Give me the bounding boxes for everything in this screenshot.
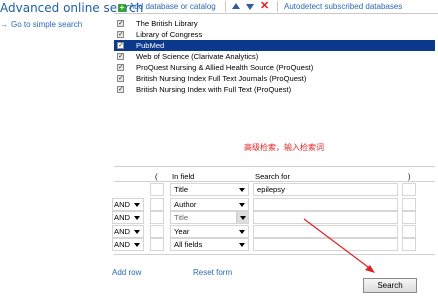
database-item[interactable]: The British Library [114, 18, 435, 29]
remove-icon[interactable]: ✕ [260, 0, 269, 12]
database-checkbox[interactable] [117, 40, 124, 51]
search-term-input[interactable] [253, 225, 398, 238]
move-down-icon[interactable] [246, 4, 254, 10]
database-name: PubMed [136, 41, 165, 50]
search-term-input[interactable] [253, 198, 398, 211]
add-database-label: Add database or catalog [129, 2, 216, 11]
database-name: ProQuest Nursing & Allied Health Source … [136, 63, 314, 72]
move-up-icon[interactable] [232, 3, 240, 9]
field-select-value: All fields [174, 240, 203, 249]
autodetect-databases-link[interactable]: Autodetect subscribed databases [284, 2, 402, 11]
field-select-value: Title [174, 213, 189, 222]
close-paren-field[interactable] [402, 211, 416, 224]
simple-search-link[interactable]: → Go to simple search [0, 20, 82, 29]
database-checkbox[interactable] [117, 84, 124, 95]
close-paren-field[interactable] [402, 238, 416, 251]
search-term-input[interactable] [253, 211, 398, 224]
database-checkbox[interactable] [117, 29, 124, 40]
field-select[interactable]: Title [170, 183, 249, 196]
close-paren-field[interactable] [402, 183, 416, 196]
chevron-down-icon [134, 230, 140, 234]
chevron-down-icon [240, 216, 246, 220]
field-select-value: Year [174, 227, 190, 236]
chevron-down-icon [239, 188, 245, 192]
database-name: The British Library [136, 19, 198, 28]
field-select[interactable]: All fields [170, 238, 249, 251]
open-paren-field[interactable] [150, 238, 164, 251]
boolean-value: AND [114, 213, 131, 222]
database-item[interactable]: British Nursing Index with Full Text (Pr… [114, 84, 435, 95]
boolean-select[interactable]: AND [112, 225, 144, 238]
chevron-down-icon [239, 243, 245, 247]
database-checkbox[interactable] [117, 51, 124, 62]
field-select[interactable]: Author [170, 198, 249, 211]
field-select-value: Author [174, 200, 197, 209]
field-select[interactable]: Title [170, 211, 249, 224]
database-item-selected[interactable]: PubMed [114, 40, 435, 51]
toolbar-divider [277, 1, 278, 12]
simple-search-label: Go to simple search [11, 20, 83, 29]
database-name: British Nursing Index Full Text Journals… [136, 74, 307, 83]
database-item[interactable]: ProQuest Nursing & Allied Health Source … [114, 62, 435, 73]
annotation-text: 高级检索，输入检索词 [244, 143, 324, 152]
boolean-value: AND [114, 240, 131, 249]
divider [114, 166, 435, 167]
database-toolbar: + Add database or catalog ✕ Autodetect su… [114, 0, 438, 14]
annotation-arrow-head [365, 265, 375, 273]
search-for-header: Search for [255, 172, 291, 181]
database-name: Web of Science (Clarivate Analytics) [136, 52, 259, 61]
chevron-down-icon [239, 203, 245, 207]
divider [114, 181, 435, 182]
open-paren-field[interactable] [150, 211, 164, 224]
boolean-select[interactable]: AND [112, 238, 144, 251]
add-database-button[interactable]: + Add database or catalog [118, 2, 216, 12]
boolean-value: AND [114, 227, 131, 236]
arrow-right-icon: → [0, 20, 8, 29]
open-paren-field[interactable] [150, 225, 164, 238]
field-select[interactable]: Year [170, 225, 249, 238]
plus-icon: + [118, 3, 126, 12]
open-paren-field[interactable] [150, 198, 164, 211]
database-checkbox[interactable] [117, 18, 124, 29]
database-item[interactable]: Library of Congress [114, 29, 435, 40]
add-row-link[interactable]: Add row [112, 268, 141, 277]
close-paren-header: ) [408, 172, 411, 181]
search-term-input[interactable]: epilepsy [253, 183, 398, 196]
database-name: Library of Congress [136, 30, 203, 39]
database-checkbox[interactable] [117, 73, 124, 84]
search-button[interactable]: Search [363, 278, 417, 293]
database-checkbox[interactable] [117, 62, 124, 73]
close-paren-field[interactable] [402, 198, 416, 211]
database-name: British Nursing Index with Full Text (Pr… [136, 85, 292, 94]
toolbar-divider [225, 1, 226, 12]
chevron-down-icon [134, 243, 140, 247]
search-term-input[interactable] [253, 238, 398, 251]
chevron-down-icon [134, 203, 140, 207]
dropdown-button[interactable] [236, 212, 248, 223]
open-paren-header: ( [155, 172, 158, 181]
database-item[interactable]: British Nursing Index Full Text Journals… [114, 73, 435, 84]
database-list: The British Library Library of Congress … [114, 18, 435, 95]
database-item[interactable]: Web of Science (Clarivate Analytics) [114, 51, 435, 62]
field-select-value: Title [174, 185, 189, 194]
open-paren-field[interactable] [150, 183, 164, 196]
boolean-value: AND [114, 200, 131, 209]
chevron-down-icon [134, 216, 140, 220]
boolean-select[interactable]: AND [112, 198, 144, 211]
divider [114, 254, 435, 255]
in-field-header: In field [172, 172, 195, 181]
reset-form-link[interactable]: Reset form [193, 268, 232, 277]
boolean-select[interactable]: AND [112, 211, 144, 224]
close-paren-field[interactable] [402, 225, 416, 238]
chevron-down-icon [239, 230, 245, 234]
